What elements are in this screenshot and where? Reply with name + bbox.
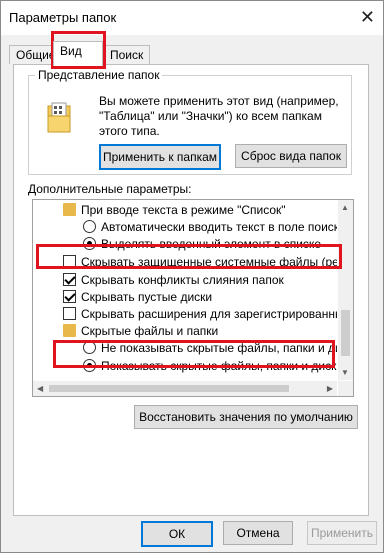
tab-search[interactable]: Поиск <box>103 45 151 64</box>
advanced-settings-label: Дополнительные параметры: <box>28 182 192 196</box>
vertical-scroll-thumb[interactable] <box>341 310 350 356</box>
list-item-label: Выделять введенный элемент в списке <box>101 237 321 251</box>
scroll-up-icon[interactable]: ▲ <box>341 203 349 212</box>
tab-view[interactable]: Вид <box>53 41 103 66</box>
close-icon[interactable]: ✕ <box>360 7 375 28</box>
view-tab-panel: Представление папок Вы можете применить … <box>13 64 369 516</box>
folder-views-group: Представление папок Вы можете применить … <box>28 68 352 175</box>
list-item-label: Скрывать пустые диски <box>81 290 213 304</box>
folder-icon <box>63 203 76 216</box>
folder-views-description: Вы можете применить этот вид (например, … <box>99 94 339 138</box>
radio-button[interactable] <box>83 220 96 233</box>
list-item-label: Скрывать расширения для зарегистрированн… <box>81 307 337 321</box>
reset-folders-button[interactable]: Сброс вида папок <box>235 144 347 168</box>
scroll-left-icon[interactable]: ◀ <box>37 384 43 393</box>
list-item-label: Не показывать скрытые файлы, папки и дис… <box>101 341 337 355</box>
ok-button[interactable]: ОК <box>141 521 213 547</box>
horizontal-scrollbar[interactable]: ◀ ▶ <box>33 381 337 396</box>
folder-views-title: Представление папок <box>35 68 163 82</box>
cancel-button[interactable]: Отмена <box>223 521 293 545</box>
vertical-scrollbar[interactable]: ▲ ▼ <box>338 200 353 380</box>
folder-icon <box>63 324 76 337</box>
horizontal-scroll-thumb[interactable] <box>49 385 289 392</box>
checkbox[interactable] <box>63 290 76 303</box>
title-bar: Параметры папок ✕ <box>1 1 383 35</box>
apply-button[interactable]: Применить <box>307 521 377 545</box>
window-title: Параметры папок <box>9 10 117 25</box>
restore-defaults-button[interactable]: Восстановить значения по умолчанию <box>134 405 358 429</box>
list-item-label: Скрытые файлы и папки <box>81 324 219 338</box>
list-item-label: Скрывать защищенные системные файлы (рек… <box>81 255 337 269</box>
advanced-settings-items: При вводе текста в режиме "Список" Автом… <box>33 200 337 380</box>
scrollbar-corner <box>338 381 353 396</box>
folder-views-icon <box>47 102 71 133</box>
checkbox[interactable] <box>63 307 76 320</box>
list-item-label: При вводе текста в режиме "Список" <box>81 203 286 217</box>
checkbox[interactable] <box>63 273 76 286</box>
scroll-right-icon[interactable]: ▶ <box>327 384 333 393</box>
scroll-down-icon[interactable]: ▼ <box>341 368 349 377</box>
checkbox[interactable] <box>63 255 76 268</box>
list-item-label: Автоматически вводить текст в поле поиск… <box>101 220 337 234</box>
list-item-label: Скрывать конфликты слияния папок <box>81 273 284 287</box>
radio-button[interactable] <box>83 237 96 250</box>
list-item-label: Показывать скрытые файлы, папки и диски <box>101 359 337 373</box>
advanced-settings-list[interactable]: При вводе текста в режиме "Список" Автом… <box>32 199 354 397</box>
folder-options-window: Параметры папок ✕ Общие Вид Поиск Предст… <box>0 0 384 553</box>
radio-button[interactable] <box>83 359 96 372</box>
apply-to-folders-button[interactable]: Применить к папкам <box>99 144 221 170</box>
radio-button[interactable] <box>83 341 96 354</box>
